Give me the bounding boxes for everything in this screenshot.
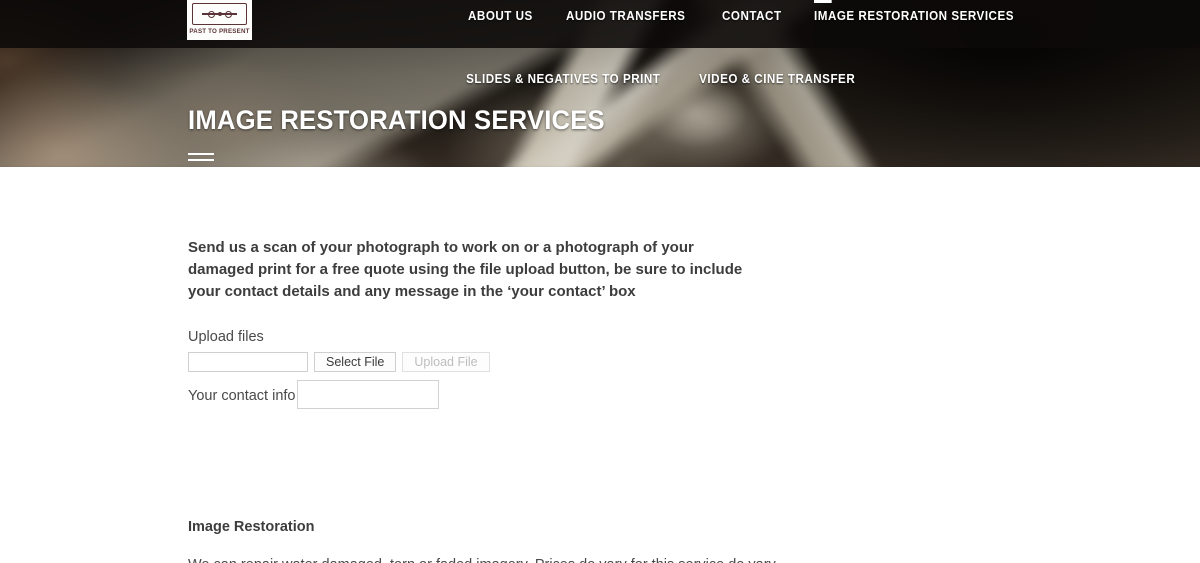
upload-form: Upload files Select File Upload File You… xyxy=(188,330,490,409)
contact-info-input[interactable] xyxy=(297,379,440,409)
title-underline-line-2 xyxy=(188,158,214,161)
cassette-tape-icon xyxy=(192,3,247,25)
contact-info-label: Your contact info xyxy=(188,387,296,404)
secondary-navigation: SLIDES & NEGATIVES TO PRINT VIDEO & CINE… xyxy=(455,72,880,86)
nav-item-video-cine-transfer[interactable]: VIDEO & CINE TRANSFER xyxy=(688,72,866,86)
intro-paragraph: Send us a scan of your photograph to wor… xyxy=(188,239,743,300)
contact-info-row: Your contact info xyxy=(188,379,490,409)
section-heading-image-restoration: Image Restoration xyxy=(188,519,315,536)
nav-item-slides-negatives-to-print[interactable]: SLIDES & NEGATIVES TO PRINT xyxy=(455,72,672,86)
upload-controls-row: Select File Upload File xyxy=(188,351,490,372)
page-title: IMAGE RESTORATION SERVICES xyxy=(188,105,605,136)
hero-heading-group: IMAGE RESTORATION SERVICES xyxy=(188,88,627,165)
cassette-hub xyxy=(217,12,222,16)
file-path-input[interactable] xyxy=(188,351,308,372)
nav-item-image-restoration-services[interactable]: IMAGE RESTORATION SERVICES xyxy=(801,0,1027,23)
nav-item-contact[interactable]: CONTACT xyxy=(709,9,795,23)
upload-files-label: Upload files xyxy=(188,329,264,345)
select-file-button[interactable]: Select File xyxy=(314,351,397,372)
site-header-bar xyxy=(0,0,1200,48)
primary-navigation: ABOUT US AUDIO TRANSFERS CONTACT IMAGE R… xyxy=(455,0,1044,23)
page-root: PAST TO PRESENT ABOUT US AUDIO TRANSFERS… xyxy=(0,0,1200,563)
logo-wordmark: PAST TO PRESENT xyxy=(189,28,250,35)
section-body-text: We can repair water damaged, torn or fad… xyxy=(188,554,788,563)
title-underline-accent xyxy=(188,152,627,161)
nav-item-audio-transfers[interactable]: AUDIO TRANSFERS xyxy=(553,9,698,23)
nav-item-about-us[interactable]: ABOUT US xyxy=(455,9,546,23)
site-logo[interactable]: PAST TO PRESENT xyxy=(187,0,252,40)
upload-file-button: Upload File xyxy=(402,351,490,372)
title-underline-line-1 xyxy=(188,152,214,155)
